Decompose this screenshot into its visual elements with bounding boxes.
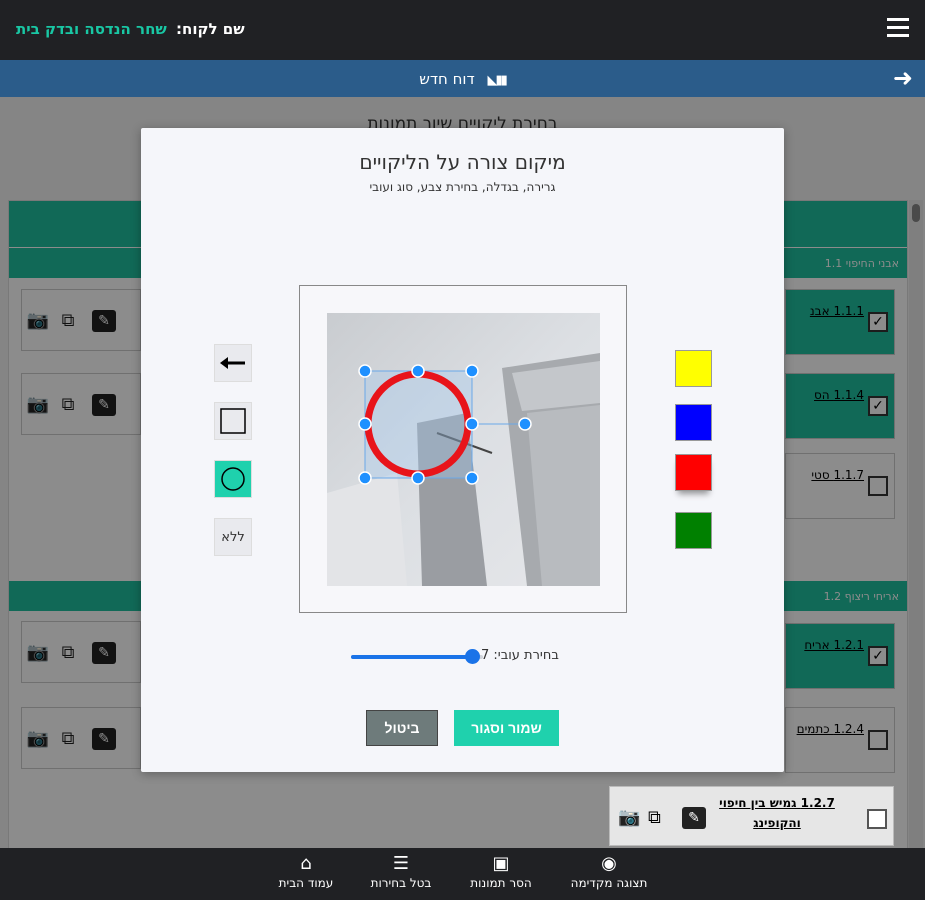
bottom-toolbar: ◉ תצוגה מקדימה ▣ הסר תמונות ☰ בטל בחירות… — [0, 848, 925, 900]
client-name: שחר הנדסה ובדק בית — [16, 20, 167, 38]
color-yellow[interactable] — [675, 350, 712, 387]
home-label: עמוד הבית — [278, 876, 334, 890]
thickness-value: 7 — [481, 648, 490, 663]
top-bar: שם לקוח: שחר הנדסה ובדק בית — [0, 0, 925, 60]
home-button[interactable]: ⌂ עמוד הבית — [251, 853, 361, 891]
report-title: ▮▮◣ דוח חדש — [0, 70, 925, 88]
camera-icon[interactable]: 📷 — [618, 807, 640, 828]
pencil-icon[interactable]: ✎ — [682, 807, 706, 829]
clear-selections-button[interactable]: ☰ בטל בחירות — [346, 853, 456, 891]
shape-circle-button[interactable] — [214, 460, 252, 498]
defect-photo[interactable] — [327, 313, 600, 586]
report-header: ➜ ▮▮◣ דוח חדש — [0, 60, 925, 97]
shape-square-button[interactable] — [214, 402, 252, 440]
image-canvas[interactable] — [299, 285, 627, 613]
remove-images-label: הסר תמונות — [470, 876, 532, 890]
menu-icon[interactable] — [887, 18, 909, 38]
books-icon: ▮▮◣ — [487, 73, 507, 88]
color-green[interactable] — [675, 512, 712, 549]
item-label: 1.2.7 גמיש בין חיפוי והקופינג — [719, 796, 835, 830]
copy-icon[interactable]: ⧉ — [648, 807, 661, 828]
item-checkbox[interactable] — [867, 809, 887, 829]
shape-none-button[interactable]: ללא — [214, 518, 252, 556]
dialog-title: מיקום צורה על הליקויים — [359, 150, 566, 174]
preview-label: תצוגה מקדימה — [570, 876, 648, 890]
remove-images-button[interactable]: ▣ הסר תמונות — [446, 853, 556, 891]
client-label: שם לקוח: — [176, 20, 245, 38]
images-icon: ▣ — [492, 853, 510, 874]
home-icon: ⌂ — [300, 853, 312, 874]
eye-icon: ◉ — [601, 853, 617, 874]
thickness-label-text: בחירת עובי: — [493, 648, 559, 663]
circle-icon — [221, 467, 245, 491]
color-blue[interactable] — [675, 404, 712, 441]
list-clear-icon: ☰ — [392, 853, 410, 874]
client-info: שם לקוח: שחר הנדסה ובדק בית — [16, 20, 245, 38]
shape-arrow-button[interactable] — [214, 344, 252, 382]
dialog-subtitle: גרירה, בגדלה, בחירת צבע, סוג ועובי — [369, 180, 556, 194]
slider-thumb[interactable] — [465, 649, 481, 664]
clear-selections-label: בטל בחירות — [370, 876, 432, 890]
color-red[interactable] — [675, 454, 712, 491]
arrow-left-icon — [220, 357, 245, 369]
report-title-text: דוח חדש — [419, 70, 475, 88]
shape-placement-dialog: מיקום צורה על הליקויים גרירה, בגדלה, בחי… — [141, 128, 784, 772]
thickness-label: בחירת עובי: 7 — [481, 648, 559, 663]
preview-button[interactable]: ◉ תצוגה מקדימה — [554, 853, 664, 891]
save-and-close-button[interactable]: שמור וסגור — [454, 710, 559, 746]
list-item[interactable]: 1.2.7 גמיש בין חיפוי והקופינג 📷 ⧉ ✎ — [609, 786, 894, 846]
slider-fill — [351, 655, 473, 659]
cancel-button[interactable]: ביטול — [366, 710, 438, 746]
square-icon — [220, 408, 246, 434]
circle-annotation[interactable] — [327, 313, 600, 586]
